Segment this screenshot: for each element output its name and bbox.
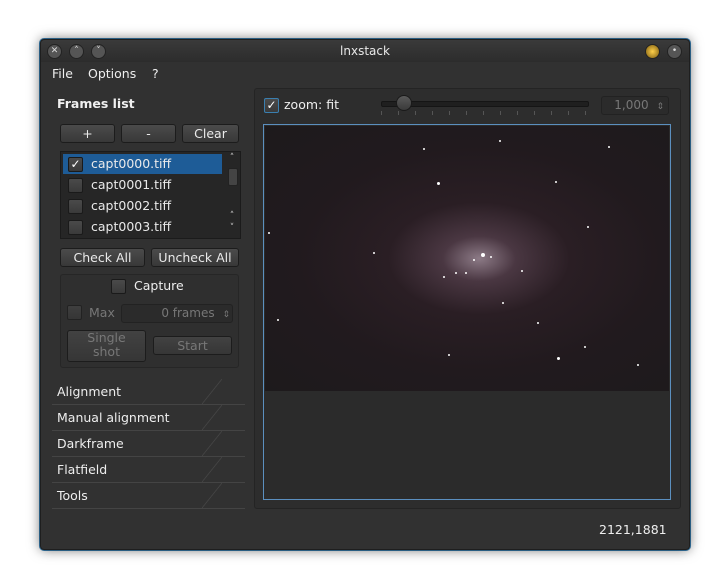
star (584, 346, 586, 348)
main-window: ✕ ˄ ˅ lnxstack • File Options ? Frames l… (40, 39, 690, 550)
menu-help[interactable]: ? (152, 66, 159, 81)
list-item[interactable]: capt0003.tiff (63, 217, 222, 237)
frame-label: capt0001.tiff (91, 177, 172, 192)
image-viewer[interactable] (263, 124, 671, 500)
tab-slope (202, 457, 222, 482)
zoom-fit-checkbox[interactable]: ✓ (264, 98, 279, 113)
menu-file[interactable]: File (52, 66, 73, 81)
scroll-down-icon[interactable]: ˅ (227, 223, 237, 233)
section-label: Darkframe (57, 436, 124, 451)
star (637, 364, 639, 366)
tab-slope (202, 405, 222, 430)
max-label: Max (89, 305, 115, 320)
check-all-button[interactable]: Check All (60, 248, 145, 267)
capture-checkbox[interactable] (111, 279, 126, 294)
star (423, 148, 425, 150)
start-button[interactable]: Start (153, 336, 232, 355)
max-checkbox[interactable] (67, 305, 82, 320)
frames-spinbox[interactable]: 0 frames ⇕ (121, 304, 233, 323)
section-label: Tools (57, 488, 88, 503)
frames-list-title: Frames list (57, 96, 135, 111)
capture-group: Capture Max 0 frames ⇕ Single shot Start (60, 274, 239, 368)
zoom-value: 1,000 (614, 98, 649, 112)
remove-frame-button[interactable]: - (121, 124, 176, 143)
nebula-image (265, 126, 669, 391)
section-alignment[interactable]: Alignment (52, 379, 245, 405)
tab-slope (202, 379, 222, 404)
star (521, 270, 523, 272)
viewer-panel: ✓ zoom: fit 1,000 ⇕ (254, 88, 681, 509)
add-frame-button[interactable]: + (60, 124, 115, 143)
list-item[interactable]: capt0001.tiff (63, 175, 222, 195)
zoom-slider[interactable] (381, 101, 589, 107)
spin-arrows-icon[interactable]: ⇕ (222, 310, 230, 320)
single-shot-label: Single (87, 330, 126, 345)
section-tools[interactable]: Tools (52, 483, 245, 509)
scroll-up-icon[interactable]: ˄ (227, 211, 237, 221)
frames-scrollbar[interactable]: ˄ ˄ ˅ (225, 153, 239, 237)
star (490, 256, 492, 258)
star (268, 232, 270, 234)
frame-checkbox[interactable]: ✓ (68, 157, 83, 172)
star (499, 140, 501, 142)
frames-list: ✓ capt0000.tiff capt0001.tiff capt0002.t… (60, 151, 241, 239)
scroll-thumb[interactable] (228, 168, 238, 186)
capture-label: Capture (134, 278, 184, 293)
clear-frames-button[interactable]: Clear (182, 124, 239, 143)
star (455, 272, 457, 274)
star (473, 259, 475, 261)
tab-slope (202, 483, 222, 508)
app-icon (645, 44, 660, 59)
tab-slope (202, 431, 222, 456)
status-coordinates: 2121,1881 (599, 522, 667, 537)
menu-bar: File Options ? (41, 64, 689, 84)
section-label: Flatfield (57, 462, 108, 477)
frame-label: capt0000.tiff (91, 156, 172, 171)
section-flatfield[interactable]: Flatfield (52, 457, 245, 483)
maximize-icon[interactable]: • (667, 44, 682, 59)
list-item[interactable]: ✓ capt0000.tiff (63, 154, 222, 174)
zoom-spinbox[interactable]: 1,000 ⇕ (601, 96, 669, 115)
zoom-label: zoom: fit (284, 97, 339, 112)
star (443, 276, 445, 278)
frame-checkbox[interactable] (68, 199, 83, 214)
window-title: lnxstack (340, 44, 390, 58)
menu-options[interactable]: Options (88, 66, 136, 81)
zoom-slider-ticks (381, 111, 587, 115)
scroll-up-icon[interactable]: ˄ (227, 153, 237, 163)
star (502, 302, 504, 304)
uncheck-all-button[interactable]: Uncheck All (151, 248, 239, 267)
frames-value: 0 frames (161, 306, 215, 320)
frame-checkbox[interactable] (68, 178, 83, 193)
single-shot-button[interactable]: Single shot (67, 330, 146, 362)
star (587, 226, 589, 228)
frame-label: capt0002.tiff (91, 198, 172, 213)
star (277, 319, 279, 321)
list-item[interactable]: capt0002.tiff (63, 196, 222, 216)
section-darkframe[interactable]: Darkframe (52, 431, 245, 457)
spin-arrows-icon[interactable]: ⇕ (656, 102, 664, 112)
star (481, 253, 485, 257)
star (465, 272, 467, 274)
star (448, 354, 450, 356)
section-label: Manual alignment (57, 410, 170, 425)
star (537, 322, 539, 324)
section-manual-alignment[interactable]: Manual alignment (52, 405, 245, 431)
frame-checkbox[interactable] (68, 220, 83, 235)
star (437, 182, 440, 185)
star (608, 146, 610, 148)
section-label: Alignment (57, 384, 122, 399)
star (373, 252, 375, 254)
single-shot-label-2: shot (93, 344, 120, 359)
star (555, 181, 557, 183)
star (557, 357, 560, 360)
frame-label: capt0003.tiff (91, 219, 172, 234)
zoom-slider-handle[interactable] (396, 95, 412, 111)
title-bar: ✕ ˄ ˅ lnxstack • (41, 40, 689, 62)
